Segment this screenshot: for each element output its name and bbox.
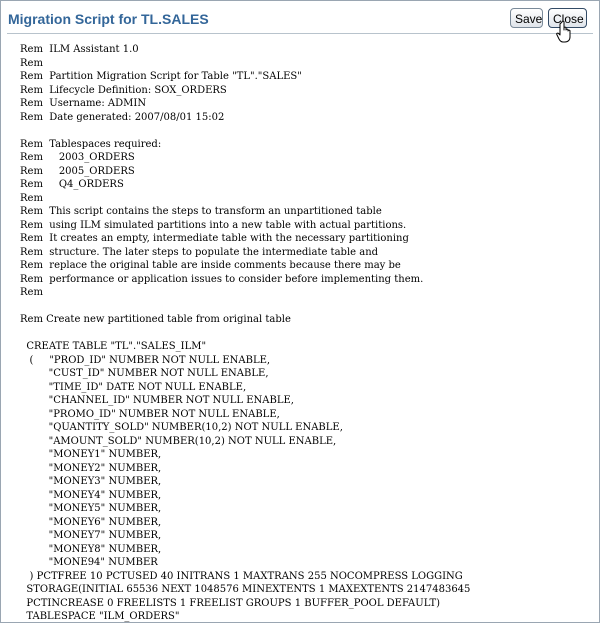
script-line: "PROMO_ID" NUMBER NOT NULL ENABLE, [20, 408, 280, 420]
script-line: Rem Q4_ORDERS [20, 179, 124, 190]
script-line: ) PCTFREE 10 PCTUSED 40 INITRANS 1 MAXTR… [20, 570, 463, 582]
script-line: Rem This script contains the steps to tr… [20, 206, 382, 217]
script-line: Rem [20, 192, 43, 204]
script-line: "MONEY8" NUMBER, [20, 543, 162, 555]
script-line: Rem ILM Assistant 1.0 [20, 44, 139, 55]
script-line: "MONEY6" NUMBER, [20, 516, 162, 528]
script-line: Rem [20, 57, 43, 69]
script-line: Rem Create new partitioned table from or… [20, 314, 291, 325]
script-line [20, 124, 470, 138]
script-line: "MONEY2" NUMBER, [20, 462, 162, 474]
script-line: ( "PROD_ID" NUMBER NOT NULL ENABLE, [20, 354, 271, 366]
script-line: "MONEY5" NUMBER, [20, 503, 162, 514]
script-line: "MONEY7" NUMBER, [20, 530, 162, 541]
script-line: Rem Partition Migration Script for Table… [20, 71, 302, 82]
save-button[interactable]: Save [510, 8, 543, 28]
dialog-header: Migration Script for TL.SALES Save Close [1, 1, 599, 37]
script-line: Rem [20, 287, 43, 298]
script-line: "TIME_ID" DATE NOT NULL ENABLE, [20, 381, 247, 393]
script-line: Rem structure. The later steps to popula… [20, 246, 379, 258]
script-line: "CHANNEL_ID" NUMBER NOT NULL ENABLE, [20, 395, 294, 406]
script-line: "MONE94" NUMBER [20, 557, 158, 568]
script-line: Rem replace the original table are insid… [20, 260, 401, 271]
script-line: CREATE TABLE "TL"."SALES_ILM" [20, 341, 207, 352]
header-divider [7, 33, 593, 34]
script-line: TABLESPACE "ILM_ORDERS" [20, 611, 180, 622]
hand-pointer-icon [556, 20, 571, 43]
script-line: Rem Date generated: 2007/08/01 15:02 [20, 111, 225, 123]
script-line: "MONEY4" NUMBER, [20, 489, 162, 501]
script-line: Rem 2005_ORDERS [20, 165, 135, 177]
script-line: STORAGE(INITIAL 65536 NEXT 1048576 MINEX… [20, 584, 471, 595]
script-line: "CUST_ID" NUMBER NOT NULL ENABLE, [20, 368, 269, 379]
script-line: Rem Username: ADMIN [20, 98, 147, 109]
script-line [20, 300, 470, 314]
script-line: Rem It creates an empty, intermediate ta… [20, 233, 409, 244]
script-line: "QUANTITY_SOLD" NUMBER(10,2) NOT NULL EN… [20, 422, 343, 433]
script-line: "MONEY1" NUMBER, [20, 449, 162, 460]
script-line: Rem Lifecycle Definition: SOX_ORDERS [20, 84, 227, 96]
migration-script-dialog: Migration Script for TL.SALES Save Close… [0, 0, 600, 623]
script-text: Rem ILM Assistant 1.0 Rem Rem Partition Mi… [20, 43, 471, 622]
script-line [20, 327, 470, 341]
script-line: Rem Tablespaces required: [20, 138, 162, 150]
script-line: "AMOUNT_SOLD" NUMBER(10,2) NOT NULL ENAB… [20, 435, 337, 447]
script-line: Rem using ILM simulated partitions into … [20, 219, 407, 231]
page-title: Migration Script for TL.SALES [8, 11, 209, 27]
script-line: Rem 2003_ORDERS [20, 152, 135, 163]
script-line: PCTINCREASE 0 FREELISTS 1 FREELIST GROUP… [20, 597, 441, 609]
script-line: Rem performance or application issues to… [20, 273, 424, 285]
script-line: "MONEY3" NUMBER, [20, 476, 162, 487]
